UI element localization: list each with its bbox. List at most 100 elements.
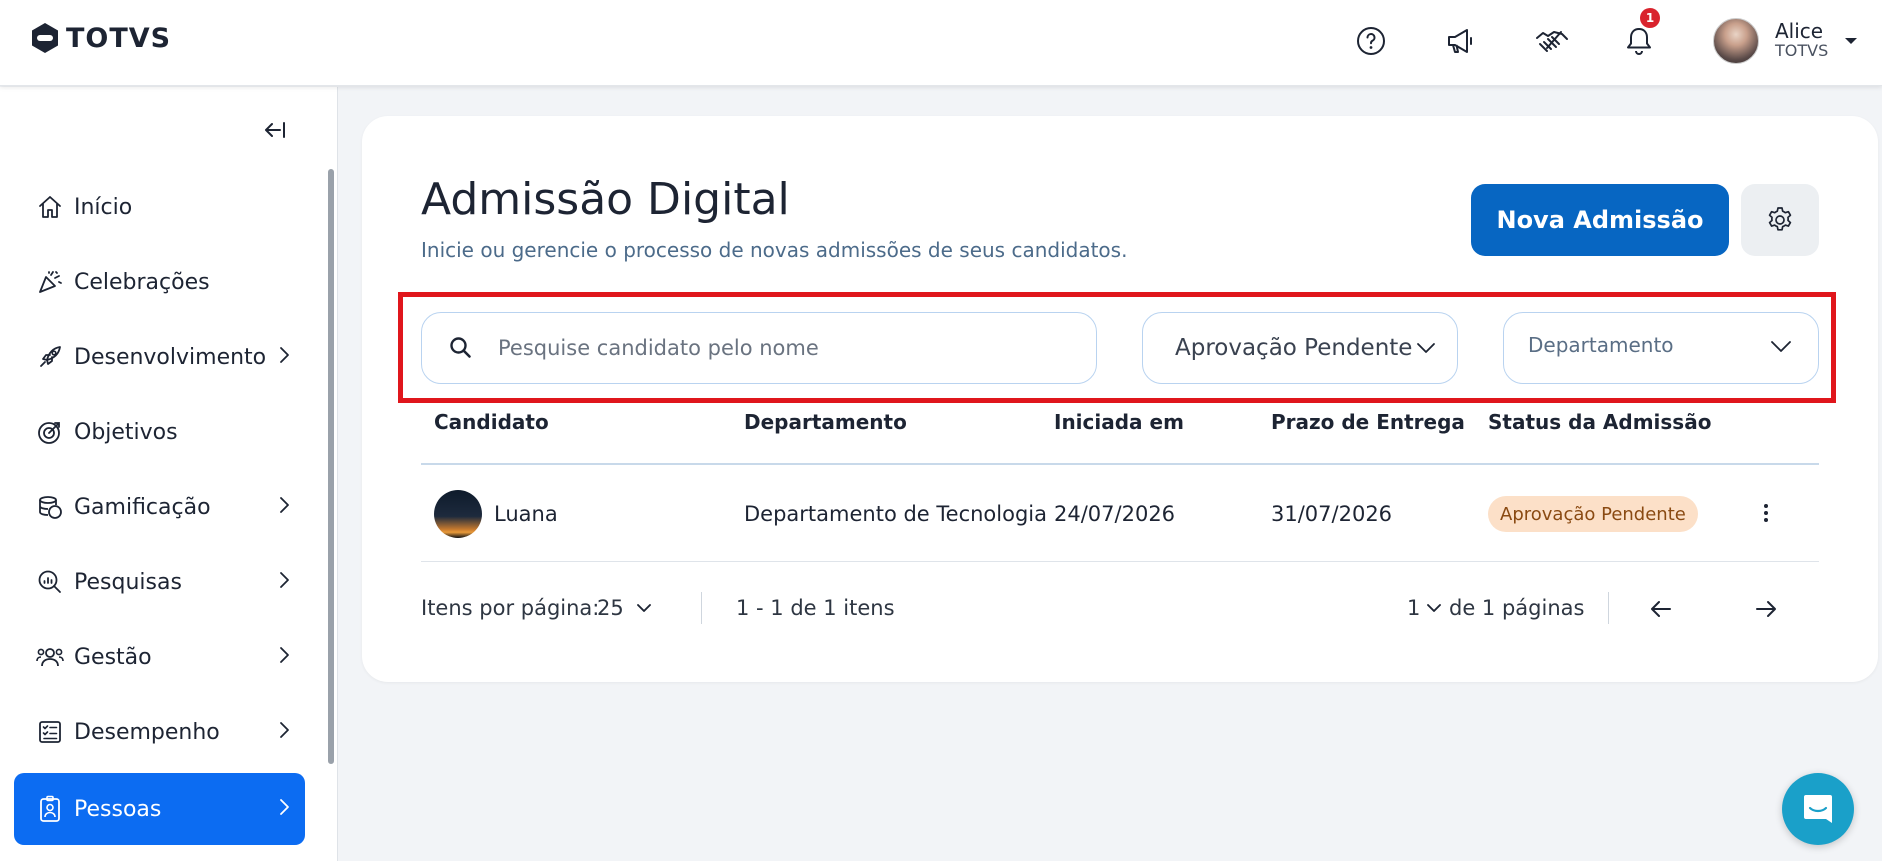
candidate-department: Departamento de Tecnologia — [744, 502, 1047, 526]
arrow-right-icon — [1756, 601, 1776, 617]
checklist-icon — [36, 718, 64, 746]
home-icon — [36, 193, 64, 221]
handshake-icon — [1536, 31, 1568, 52]
help-button[interactable] — [1352, 22, 1390, 60]
announcements-button[interactable] — [1442, 22, 1480, 60]
user-menu[interactable]: Alice TOTVS — [1713, 18, 1858, 64]
row-actions-button[interactable] — [1756, 500, 1776, 526]
column-header-candidate[interactable]: Candidato — [434, 410, 549, 434]
team-icon — [36, 643, 64, 671]
sidebar-item-label: Desempenho — [74, 719, 220, 745]
chevron-right-icon — [280, 572, 289, 588]
new-admission-button[interactable]: Nova Admissão — [1471, 184, 1729, 256]
chat-support-button[interactable] — [1782, 773, 1854, 845]
sidebar-item-label: Celebrações — [74, 269, 210, 295]
previous-page-button[interactable] — [1646, 594, 1676, 624]
items-per-page-label: Itens por página: — [421, 596, 600, 620]
collapse-left-icon — [265, 122, 285, 138]
user-name: Alice — [1775, 19, 1824, 43]
chevron-down-icon — [1427, 604, 1442, 612]
sidebar-item-gamificacao[interactable]: Gamificação — [14, 471, 305, 543]
totvs-logo[interactable]: TOTVS — [30, 22, 171, 54]
sidebar: Início Celebrações Desenvolvimento Objet… — [0, 87, 338, 861]
chevron-right-icon — [280, 799, 289, 815]
total-pages-text: de 1 páginas — [1449, 596, 1585, 620]
column-header-status[interactable]: Status da Admissão — [1488, 410, 1711, 434]
candidate-avatar — [434, 490, 482, 538]
chevron-down-icon — [1417, 343, 1436, 353]
admission-started-date: 24/07/2026 — [1054, 502, 1176, 526]
sidebar-item-label: Início — [74, 194, 133, 220]
gear-icon — [1768, 207, 1792, 231]
status-filter-select[interactable]: Aprovação Pendente — [1142, 312, 1458, 384]
status-filter-value: Aprovação Pendente — [1175, 335, 1413, 361]
arrow-left-icon — [1651, 601, 1671, 617]
column-header-department[interactable]: Departamento — [744, 410, 907, 434]
chevron-right-icon — [280, 647, 289, 663]
pagination-divider — [1608, 592, 1609, 624]
sidebar-item-desempenho[interactable]: Desempenho — [14, 696, 305, 768]
kebab-dot — [1764, 504, 1768, 508]
chevron-right-icon — [280, 497, 289, 513]
caret-down-icon — [1845, 38, 1858, 44]
chevron-right-icon — [280, 722, 289, 738]
party-icon — [36, 268, 64, 296]
sidebar-item-label: Pesquisas — [74, 569, 182, 595]
user-avatar — [1713, 18, 1759, 64]
current-page-value: 1 — [1407, 596, 1421, 620]
sidebar-item-label: Desenvolvimento — [74, 344, 267, 370]
sidebar-item-label: Gestão — [74, 644, 152, 670]
status-badge: Aprovação Pendente — [1488, 496, 1698, 532]
rocket-icon — [36, 343, 64, 371]
chevron-right-icon — [280, 347, 289, 363]
page-select[interactable]: 1 — [1407, 596, 1442, 620]
badge-icon — [36, 795, 64, 823]
settings-button[interactable] — [1741, 184, 1819, 256]
chevron-down-icon — [1771, 341, 1791, 352]
sidebar-item-pessoas[interactable]: Pessoas — [14, 773, 305, 845]
candidate-name: Luana — [494, 502, 558, 526]
logo-text: TOTVS — [66, 22, 172, 54]
candidate-search-field[interactable] — [421, 312, 1097, 384]
user-info: Alice TOTVS — [1775, 21, 1828, 61]
items-per-page-select[interactable]: 25 — [597, 596, 652, 620]
kebab-dot — [1764, 511, 1768, 515]
sidebar-item-label: Objetivos — [74, 419, 178, 445]
search-icon — [450, 337, 471, 358]
page-title: Admissão Digital — [421, 174, 790, 225]
next-page-button[interactable] — [1751, 594, 1781, 624]
sidebar-item-pesquisas[interactable]: Pesquisas — [14, 546, 305, 618]
sidebar-item-label: Pessoas — [74, 796, 162, 822]
department-filter-placeholder: Departamento — [1528, 333, 1674, 357]
column-header-deadline[interactable]: Prazo de Entrega — [1271, 410, 1465, 434]
page-subtitle: Inicie ou gerencie o processo de novas a… — [421, 238, 1128, 262]
user-org: TOTVS — [1775, 41, 1829, 60]
notifications-button[interactable]: 1 — [1620, 8, 1660, 60]
sidebar-item-desenvolvimento[interactable]: Desenvolvimento — [14, 321, 305, 393]
kebab-dot — [1764, 518, 1768, 522]
top-header: TOTVS 1 Alice TOTVS — [0, 0, 1882, 86]
chat-icon — [1804, 795, 1832, 823]
sidebar-item-objetivos[interactable]: Objetivos — [14, 396, 305, 468]
sidebar-item-celebracoes[interactable]: Celebrações — [14, 246, 305, 318]
items-per-page-value: 25 — [597, 596, 624, 620]
candidate-search-input[interactable] — [498, 336, 1058, 360]
table-header-divider — [421, 463, 1819, 465]
sidebar-item-inicio[interactable]: Início — [14, 171, 305, 243]
department-filter-select[interactable]: Departamento — [1503, 312, 1819, 384]
bell-icon — [1627, 28, 1651, 55]
notification-count-badge: 1 — [1640, 8, 1660, 28]
sidebar-scrollbar[interactable] — [328, 169, 334, 764]
megaphone-icon — [1448, 29, 1472, 53]
help-icon — [1357, 27, 1385, 55]
items-range-text: 1 - 1 de 1 itens — [736, 596, 895, 620]
target-icon — [36, 418, 64, 446]
survey-icon — [36, 568, 64, 596]
collapse-sidebar-button[interactable] — [262, 117, 288, 143]
handshake-button[interactable] — [1533, 22, 1571, 60]
sidebar-item-gestao[interactable]: Gestão — [14, 621, 305, 693]
coins-icon — [36, 493, 64, 521]
sidebar-item-label: Gamificação — [74, 494, 211, 520]
admission-deadline-date: 31/07/2026 — [1271, 502, 1393, 526]
column-header-started[interactable]: Iniciada em — [1054, 410, 1184, 434]
